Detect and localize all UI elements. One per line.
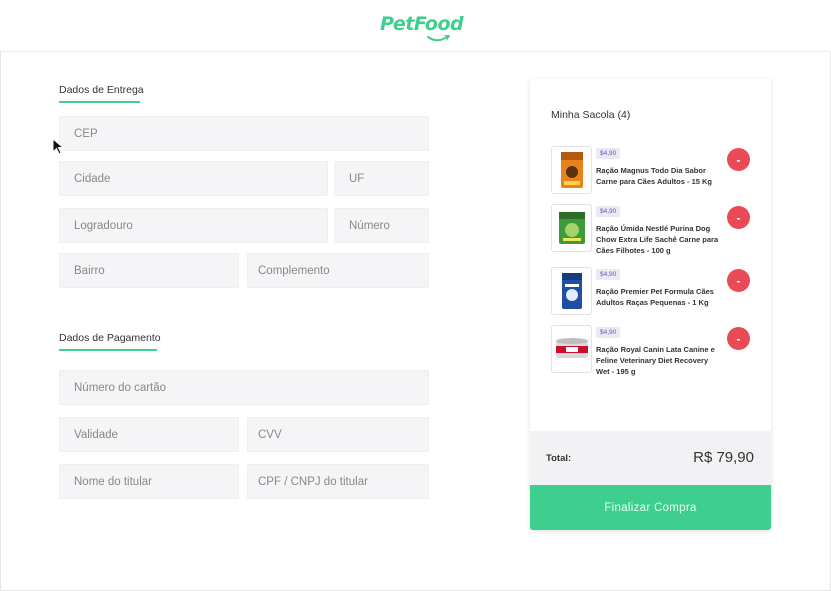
checkout-button[interactable]: Finalizar Compra (530, 485, 771, 530)
payment-underline (59, 349, 157, 351)
city-field[interactable]: Cidade (59, 161, 328, 196)
delivery-underline (59, 101, 140, 103)
cardholder-document-field[interactable]: CPF / CNPJ do titular (247, 464, 429, 499)
mouse-cursor-icon (52, 138, 65, 155)
cart-item: $4,90 Ração Magnus Todo Dia Sabor Carne … (551, 146, 756, 194)
price-badge: $4,90 (596, 148, 621, 159)
item-name: Ração Úmida Nestlé Purina Dog Chow Extra… (596, 224, 719, 255)
cart-item: $4,90 Ração Premier Pet Formula Cães Adu… (551, 267, 756, 315)
price-badge: $4,90 (596, 269, 621, 280)
item-name: Ração Premier Pet Formula Cães Adultos R… (596, 287, 714, 307)
street-field[interactable]: Logradouro (59, 208, 328, 243)
card-number-field[interactable]: Número do cartão (59, 370, 429, 405)
green-sachet-icon (551, 204, 592, 252)
number-field[interactable]: Número (334, 208, 429, 243)
state-field[interactable]: UF (334, 161, 429, 196)
cep-field[interactable]: CEP (59, 116, 429, 151)
remove-item-button[interactable]: - (727, 206, 750, 229)
cardholder-name-field[interactable]: Nome do titular (59, 464, 239, 499)
cvv-field[interactable]: CVV (247, 417, 429, 452)
complement-field[interactable]: Complemento (247, 253, 429, 288)
total-label: Total: (546, 453, 572, 464)
cart-panel: Minha Sacola (4) $4,90 Ração Magnus Todo… (530, 79, 771, 530)
delivery-section-title: Dados de Entrega (59, 84, 144, 96)
can-icon (551, 325, 592, 373)
price-badge: $4,90 (596, 327, 621, 338)
header: PetFood (0, 0, 831, 52)
logo-swoosh-icon (427, 35, 450, 42)
item-name: Ração Magnus Todo Dia Sabor Carne para C… (596, 166, 713, 186)
item-name: Ração Royal Canin Lata Canine e Feline V… (596, 345, 715, 376)
total-bar: Total: R$ 79,90 (530, 431, 771, 485)
logo-text: PetFood (380, 13, 464, 35)
cart-item: $4,90 Ração Royal Canin Lata Canine e Fe… (551, 325, 756, 376)
total-value: R$ 79,90 (693, 449, 754, 466)
remove-item-button[interactable]: - (727, 269, 750, 292)
expiry-field[interactable]: Validade (59, 417, 239, 452)
price-badge: $4,90 (596, 206, 621, 217)
orange-bag-icon (551, 146, 592, 194)
cart-item: $4,90 Ração Úmida Nestlé Purina Dog Chow… (551, 204, 756, 255)
blue-bag-icon (551, 267, 592, 315)
payment-section-title: Dados de Pagamento (59, 332, 161, 344)
remove-item-button[interactable]: - (727, 148, 750, 171)
district-field[interactable]: Bairro (59, 253, 239, 288)
logo[interactable]: PetFood (380, 13, 464, 42)
remove-item-button[interactable]: - (727, 327, 750, 350)
cart-title: Minha Sacola (4) (551, 109, 631, 121)
